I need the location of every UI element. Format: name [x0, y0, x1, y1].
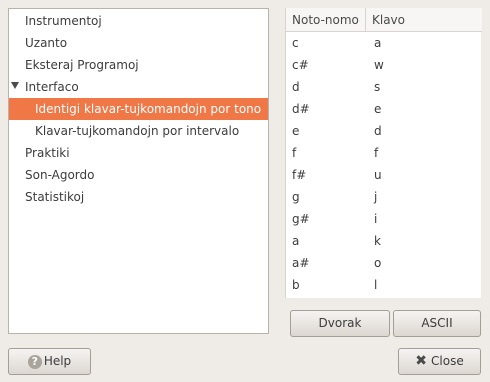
tree-item-label: Uzanto: [25, 36, 68, 50]
tree-item-identigi-klavar-tujkomandojn-por-tono[interactable]: Identigi klavar-tujkomandojn por tono: [9, 98, 268, 120]
table-row[interactable]: c a: [286, 32, 481, 54]
note-cell: b: [292, 278, 300, 292]
dvorak-button-label: Dvorak: [318, 316, 362, 330]
key-cell[interactable]: s: [374, 76, 380, 98]
help-button[interactable]: ? Help: [8, 348, 91, 375]
table-row[interactable]: g# i: [286, 208, 481, 230]
preferences-category-tree[interactable]: Instrumentoj Uzanto Eksteraj Programoj I…: [8, 8, 269, 334]
key-cell[interactable]: k: [374, 230, 381, 252]
note-cell: c: [292, 36, 299, 50]
close-button[interactable]: ✖ Close: [398, 348, 481, 375]
table-row[interactable]: c# w: [286, 54, 481, 76]
note-cell: f: [292, 146, 297, 160]
note-cell: d#: [292, 102, 310, 116]
tree-item-label: Statistikoj: [25, 190, 85, 204]
tree-item-eksteraj-programoj[interactable]: Eksteraj Programoj: [9, 54, 268, 76]
note-cell: f#: [292, 168, 307, 182]
tree-item-instrumentoj[interactable]: Instrumentoj: [9, 10, 268, 32]
help-icon: ?: [27, 354, 42, 369]
tree-item-label: Eksteraj Programoj: [25, 58, 139, 72]
tree-item-klavar-tujkomandojn-por-intervalo[interactable]: Klavar-tujkomandojn por intervalo: [9, 120, 268, 142]
key-cell[interactable]: i: [374, 208, 377, 230]
table-row[interactable]: d s: [286, 76, 481, 98]
note-cell: a#: [292, 256, 310, 270]
table-row[interactable]: a# o: [286, 252, 481, 274]
key-cell[interactable]: d: [374, 120, 382, 142]
close-icon: ✖: [415, 353, 428, 369]
note-cell: g#: [292, 212, 310, 226]
tree-item-praktiki[interactable]: Praktiki: [9, 142, 268, 164]
note-cell: g: [292, 190, 300, 204]
help-button-label: Help: [43, 354, 72, 368]
tree-item-label: Klavar-tujkomandojn por intervalo: [35, 124, 240, 138]
table-row[interactable]: f f: [286, 142, 481, 164]
key-cell[interactable]: a: [374, 32, 381, 54]
tree-item-label: Instrumentoj: [25, 14, 102, 28]
tree-item-label: Praktiki: [25, 146, 70, 160]
tree-item-label: Identigi klavar-tujkomandojn por tono: [35, 102, 262, 116]
close-button-label: Close: [431, 354, 464, 368]
table-row[interactable]: e d: [286, 120, 481, 142]
ascii-button[interactable]: ASCII: [393, 310, 481, 337]
table-row[interactable]: d# e: [286, 98, 481, 120]
column-header-key[interactable]: Klavo: [366, 8, 482, 32]
column-header-note-name[interactable]: Noto-nomo: [286, 8, 366, 32]
note-cell: a: [292, 234, 300, 248]
note-key-table[interactable]: Noto-nomo Klavo c a c# w d s d# e e d f …: [285, 8, 482, 298]
key-cell[interactable]: l: [374, 274, 377, 296]
note-cell: d: [292, 80, 300, 94]
table-row[interactable]: f# u: [286, 164, 481, 186]
key-cell[interactable]: u: [374, 164, 382, 186]
key-cell[interactable]: w: [374, 54, 384, 76]
dvorak-button[interactable]: Dvorak: [290, 310, 390, 337]
tree-item-statistikoj[interactable]: Statistikoj: [9, 186, 268, 208]
table-row[interactable]: b l: [286, 274, 481, 296]
expander-down-icon[interactable]: [11, 82, 19, 89]
tree-item-interfaco[interactable]: Interfaco: [9, 76, 268, 98]
tree-item-son-agordo[interactable]: Son-Agordo: [9, 164, 268, 186]
tree-item-uzanto[interactable]: Uzanto: [9, 32, 268, 54]
note-cell: e: [292, 124, 300, 138]
key-cell[interactable]: f: [374, 142, 378, 164]
table-row[interactable]: g j: [286, 186, 481, 208]
tree-item-label: Interfaco: [25, 80, 79, 94]
ascii-button-label: ASCII: [421, 316, 453, 330]
key-cell[interactable]: o: [374, 252, 381, 274]
note-cell: c#: [292, 58, 309, 72]
key-cell[interactable]: e: [374, 98, 381, 120]
key-cell[interactable]: j: [374, 186, 377, 208]
tree-item-label: Son-Agordo: [25, 168, 95, 182]
table-row[interactable]: a k: [286, 230, 481, 252]
